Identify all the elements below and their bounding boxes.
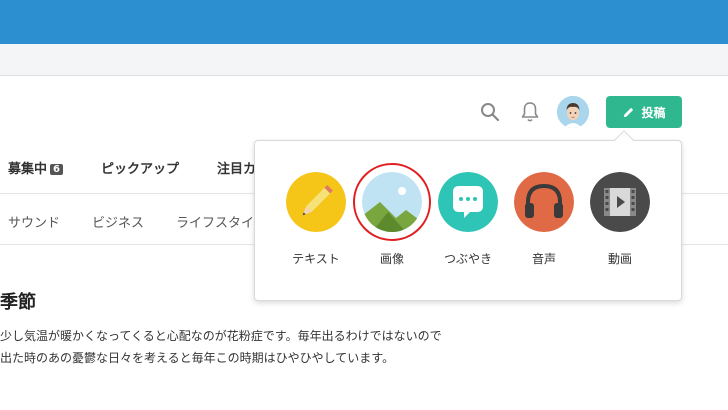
- tab-featured[interactable]: 注目カ: [217, 158, 256, 177]
- highlight-annotation: [353, 163, 431, 241]
- avatar[interactable]: [557, 96, 589, 128]
- tab-label: 募集中: [8, 162, 48, 177]
- post-type-label: 音声: [531, 252, 556, 266]
- subtab-business[interactable]: ビジネス: [92, 212, 144, 231]
- search-icon[interactable]: [480, 102, 500, 122]
- browser-title-bar: [0, 0, 728, 44]
- browser-toolbar: [0, 44, 728, 76]
- headphones-icon: [514, 172, 574, 232]
- pencil-icon: [624, 107, 634, 117]
- post-type-tweet[interactable]: つぶやき: [428, 172, 508, 272]
- article-title[interactable]: 季節: [0, 288, 120, 314]
- post-type-label: 動画: [607, 252, 632, 266]
- tab-pickup[interactable]: ピックアップ: [101, 158, 179, 177]
- speech-bubble-icon: [438, 172, 498, 232]
- post-button-label: 投稿: [641, 105, 666, 120]
- tab-label: ピックアップ: [101, 162, 180, 177]
- post-type-label: テキスト: [292, 252, 340, 266]
- pencil-icon: [286, 172, 346, 232]
- subtab-lifestyle[interactable]: ライフスタイ: [176, 212, 254, 231]
- post-type-label: 画像: [379, 252, 404, 266]
- subtab-sound[interactable]: サウンド: [8, 212, 60, 231]
- post-button[interactable]: 投稿: [606, 96, 682, 128]
- article-text-line: 少し気温が暖かくなってくると心配なのが花粉症です。毎年出るわけではないので: [0, 329, 442, 343]
- post-type-label: つぶやき: [443, 252, 492, 266]
- tab-recruiting[interactable]: 募集中 6: [8, 158, 63, 177]
- film-icon: [590, 172, 650, 232]
- count-badge: 6: [50, 164, 63, 175]
- post-type-audio[interactable]: 音声: [504, 172, 584, 272]
- article-text-line: 出た時のあの憂鬱な日々を考えると毎年この時期はひやひやしています。: [0, 351, 395, 365]
- bell-icon[interactable]: [520, 101, 540, 123]
- post-type-text[interactable]: テキスト: [276, 172, 356, 272]
- tab-label: 注目カ: [217, 162, 257, 177]
- post-type-video[interactable]: 動画: [580, 172, 660, 272]
